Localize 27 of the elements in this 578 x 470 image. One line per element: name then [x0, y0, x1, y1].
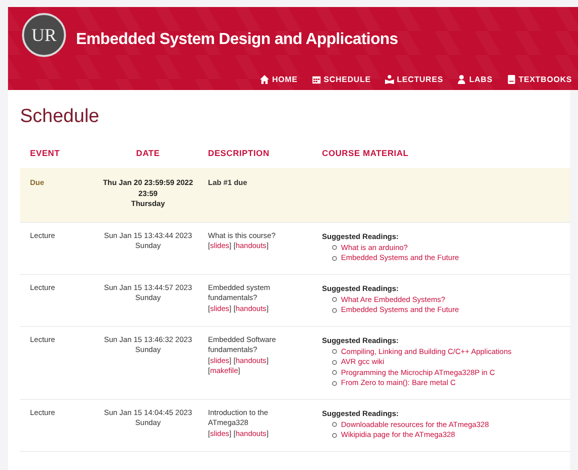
column-header: EVENT	[30, 148, 61, 158]
bullet-icon	[332, 297, 337, 302]
nav-link[interactable]: TEXTBOOKS	[506, 75, 572, 84]
page-title: Schedule	[20, 106, 100, 128]
book-icon	[506, 75, 516, 84]
reader-icon	[384, 75, 394, 84]
bullet-icon	[332, 349, 337, 354]
bullet-icon	[332, 360, 337, 365]
column-header: DATE	[135, 148, 161, 158]
bullet-icon	[332, 245, 337, 250]
bullet-icon	[332, 432, 337, 438]
column-header: COURSE MATERIAL	[322, 148, 410, 158]
nav-link[interactable]: HOME	[260, 75, 298, 84]
site-title: Embedded System Design and Applications	[76, 31, 398, 49]
person-icon	[457, 75, 466, 84]
calendar-icon	[312, 75, 321, 84]
bullet-icon	[332, 422, 337, 428]
bullet-icon	[332, 256, 337, 261]
logo-icon: UR	[22, 13, 66, 57]
nav-link[interactable]: LECTURES	[384, 75, 444, 84]
bullet-icon	[332, 380, 337, 386]
nav-link[interactable]: SCHEDULE	[312, 75, 371, 84]
bullet-icon	[332, 370, 337, 376]
column-header: DESCRIPTION	[208, 148, 270, 158]
nav-link[interactable]: LABS	[457, 75, 493, 84]
home-icon	[260, 75, 270, 84]
bullet-icon	[332, 308, 337, 313]
